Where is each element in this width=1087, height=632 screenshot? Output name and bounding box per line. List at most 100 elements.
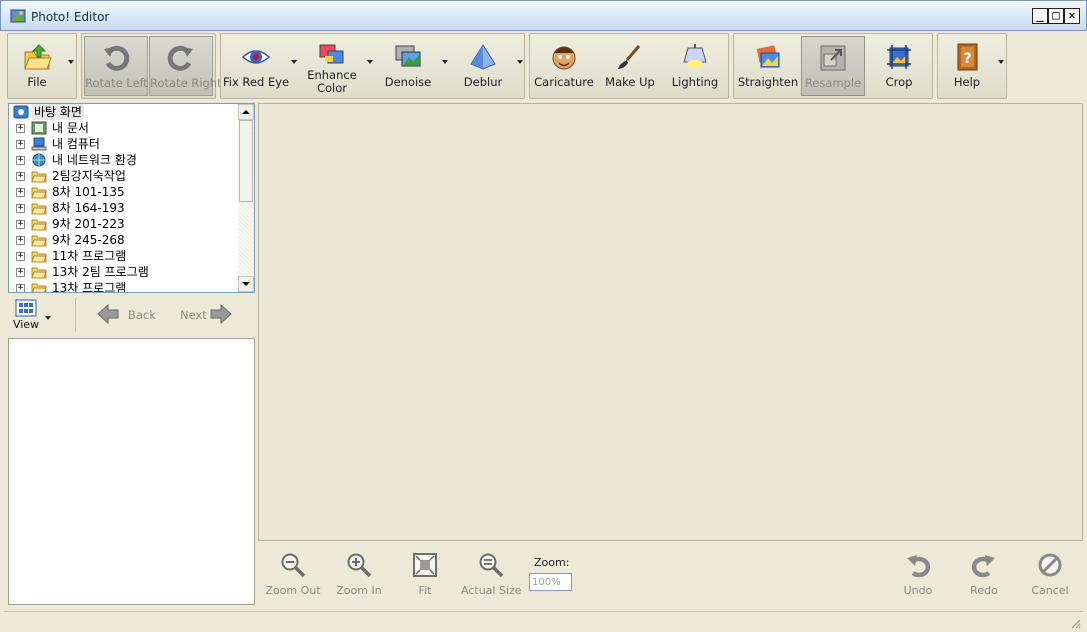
expand-icon[interactable]: +	[16, 172, 25, 181]
fix-red-eye-button[interactable]: Fix Red Eye	[223, 36, 289, 96]
enhance-color-button[interactable]: Enhance Color	[299, 36, 365, 96]
expand-icon[interactable]: +	[16, 156, 25, 165]
help-book-icon: ?	[957, 43, 978, 71]
close-button[interactable]: ✕	[1064, 8, 1080, 24]
tree-scrollbar[interactable]	[238, 104, 254, 292]
undo-button[interactable]: Undo	[897, 552, 939, 597]
tree-item[interactable]: +8차 101-135	[9, 184, 237, 200]
crop-icon	[887, 45, 911, 69]
denoise-button[interactable]: Denoise	[375, 36, 441, 96]
tree-item[interactable]: +9차 245-268	[9, 232, 237, 248]
tree-item[interactable]: + 내 네트워크 환경	[9, 152, 237, 168]
network-icon	[32, 153, 46, 167]
zoom-label: Zoom:	[534, 556, 570, 569]
zoom-in-icon	[347, 553, 372, 578]
desktop-icon	[13, 105, 29, 119]
folder-icon	[31, 203, 47, 215]
rotate-right-button[interactable]: Rotate Right	[149, 36, 222, 96]
toolbar: File Rotate Left Rotate Right Fix Red Ey…	[4, 31, 1083, 99]
enhance-color-caret[interactable]	[367, 60, 373, 64]
arrow-down-icon	[242, 282, 250, 286]
file-thumbnail-list[interactable]	[8, 338, 255, 605]
next-button[interactable]: Next	[178, 302, 238, 328]
rotate-left-icon	[104, 45, 130, 71]
resample-button[interactable]: Resample	[801, 36, 865, 96]
tree-item[interactable]: +8차 164-193	[9, 200, 237, 216]
brush-icon	[618, 45, 641, 69]
rotate-left-button[interactable]: Rotate Left	[84, 36, 148, 96]
folder-tree[interactable]: 바탕 화면 + 내 문서 + 내 컴퓨터 + 내 네트워크 환경 +2팀강지숙작업 +8차 1…	[8, 103, 255, 293]
folder-icon	[31, 219, 47, 231]
zoom-out-button[interactable]: Zoom Out	[265, 552, 321, 597]
actual-size-button[interactable]: Actual Size	[461, 552, 522, 597]
expand-icon[interactable]: +	[16, 268, 25, 277]
resize-grip-icon[interactable]	[1069, 617, 1081, 629]
fit-icon	[413, 553, 437, 577]
expand-icon[interactable]: +	[16, 188, 25, 197]
eye-icon	[241, 50, 271, 64]
redo-icon	[971, 555, 995, 578]
actual-size-icon	[479, 553, 504, 578]
back-arrow-icon	[97, 303, 119, 325]
face-icon	[552, 46, 576, 70]
prism-icon	[470, 44, 496, 70]
cancel-icon	[1038, 553, 1062, 577]
make-up-button[interactable]: Make Up	[598, 36, 662, 96]
file-dropdown-caret[interactable]	[68, 60, 74, 64]
expand-icon[interactable]: +	[16, 204, 25, 213]
redo-button[interactable]: Redo	[964, 552, 1004, 597]
tree-item[interactable]: +9차 201-223	[9, 216, 237, 232]
file-button[interactable]: File	[10, 36, 64, 96]
deblur-button[interactable]: Deblur	[450, 36, 516, 96]
crop-button[interactable]: Crop	[867, 36, 931, 96]
folder-icon	[31, 171, 47, 183]
scroll-thumb[interactable]	[239, 120, 253, 202]
tree-item[interactable]: + 내 문서	[9, 120, 237, 136]
documents-icon	[31, 121, 47, 135]
expand-icon[interactable]: +	[16, 252, 25, 261]
thumbnail-view-icon	[15, 299, 37, 317]
scroll-up-button[interactable]	[238, 104, 254, 120]
image-canvas[interactable]	[258, 103, 1083, 541]
caricature-button[interactable]: Caricature	[532, 36, 596, 96]
fit-button[interactable]: Fit	[405, 552, 445, 597]
help-button[interactable]: ? Help	[940, 36, 994, 96]
tree-item[interactable]: +13차 프로그램	[9, 280, 237, 292]
window-title: Photo! Editor	[31, 10, 110, 24]
minimize-button[interactable]: _	[1032, 8, 1048, 24]
help-dropdown-caret[interactable]	[998, 60, 1004, 64]
rotate-group: Rotate Left Rotate Right	[81, 33, 222, 99]
expand-icon[interactable]: +	[16, 140, 25, 149]
rotate-right-icon	[167, 45, 193, 71]
view-button[interactable]: View	[11, 299, 41, 335]
expand-icon[interactable]: +	[16, 284, 25, 292]
straighten-button[interactable]: Straighten	[736, 36, 800, 96]
expand-icon[interactable]: +	[16, 220, 25, 229]
scroll-down-button[interactable]	[238, 276, 254, 292]
status-bar	[4, 611, 1083, 630]
straighten-icon	[756, 45, 780, 68]
back-button[interactable]: Back	[96, 302, 156, 328]
tree-root-desktop[interactable]: 바탕 화면	[9, 104, 237, 120]
file-group: File	[7, 33, 77, 99]
expand-icon[interactable]: +	[16, 124, 25, 133]
lamp-icon	[683, 44, 707, 68]
denoise-caret[interactable]	[442, 60, 448, 64]
expand-icon[interactable]: +	[16, 236, 25, 245]
zoom-in-button[interactable]: Zoom In	[333, 552, 385, 597]
fix-red-eye-caret[interactable]	[291, 60, 297, 64]
tree-item[interactable]: + 내 컴퓨터	[9, 136, 237, 152]
maximize-button[interactable]: □	[1048, 8, 1064, 24]
zoom-input[interactable]	[529, 573, 572, 591]
folder-icon	[31, 267, 47, 279]
cancel-button[interactable]: Cancel	[1028, 552, 1072, 597]
svg-text:?: ?	[963, 51, 971, 67]
tree-item[interactable]: +2팀강지숙작업	[9, 168, 237, 184]
tree-item[interactable]: +11차 프로그램	[9, 248, 237, 264]
deblur-caret[interactable]	[517, 60, 523, 64]
lighting-button[interactable]: Lighting	[663, 36, 727, 96]
view-dropdown-caret[interactable]	[45, 316, 51, 320]
folder-icon	[31, 283, 47, 292]
tree-item[interactable]: +13차 2팀 프로그램	[9, 264, 237, 280]
app-icon	[10, 9, 26, 23]
